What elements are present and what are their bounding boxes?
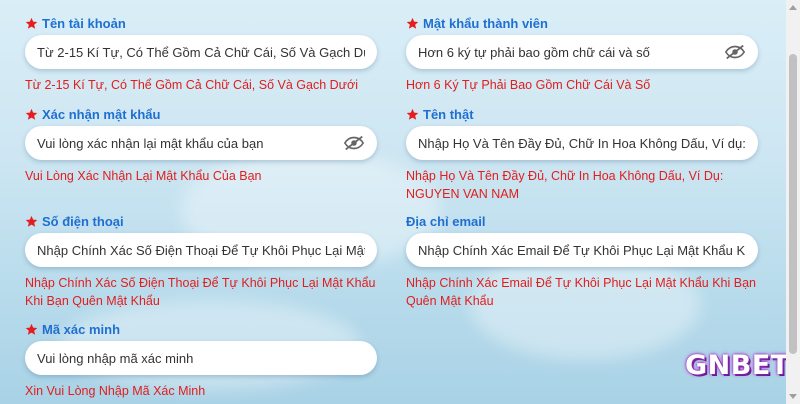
eye-slash-icon[interactable]	[724, 44, 746, 60]
phone-help-text: Nhập Chính Xác Số Điện Thoại Để Tự Khôi …	[25, 276, 376, 308]
scroll-down-arrow[interactable]	[789, 394, 797, 399]
password-input[interactable]	[418, 44, 718, 60]
password-label-text: Mật khẩu thành viên	[423, 15, 548, 31]
password-input-wrapper	[406, 35, 758, 69]
email-label: Địa chỉ email	[406, 212, 485, 230]
phone-label: Số điện thoại	[25, 212, 124, 230]
real-name-input[interactable]	[418, 135, 746, 151]
username-label: Tên tài khoản	[25, 14, 126, 32]
username-help-text: Từ 2-15 Kí Tự, Có Thể Gồm Cả Chữ Cái, Số…	[25, 78, 358, 92]
scrollbar-thumb[interactable]	[789, 54, 797, 354]
verification-code-help-text: Xin Vui Lòng Nhập Mã Xác Minh	[25, 384, 206, 398]
password-label: Mật khẩu thành viên	[406, 14, 548, 32]
star-icon	[25, 323, 38, 335]
real-name-label-text: Tên thật	[423, 106, 474, 122]
star-icon	[25, 215, 38, 227]
password-help-text: Hơn 6 Ký Tự Phải Bao Gồm Chữ Cái Và Số	[406, 78, 651, 92]
vertical-scrollbar[interactable]	[786, 0, 800, 404]
confirm-password-help-text: Vui Lòng Xác Nhận Lại Mật Khẩu Của Bạn	[25, 169, 262, 183]
eye-slash-icon[interactable]	[343, 135, 365, 151]
scroll-up-arrow[interactable]	[789, 5, 797, 10]
email-input-wrapper	[406, 233, 758, 267]
verification-code-input[interactable]	[37, 350, 365, 366]
email-input[interactable]	[418, 242, 746, 258]
email-help-text: Nhập Chính Xác Email Để Tự Khôi Phục Lại…	[406, 276, 756, 308]
gnbet-logo: GNBET	[685, 350, 790, 381]
star-icon	[25, 108, 38, 120]
username-label-text: Tên tài khoản	[42, 15, 126, 31]
confirm-password-input[interactable]	[37, 135, 337, 151]
star-icon	[406, 17, 419, 29]
username-input[interactable]	[37, 44, 365, 60]
verification-code-label-text: Mã xác minh	[42, 321, 121, 337]
real-name-input-wrapper	[406, 126, 758, 160]
star-icon	[25, 17, 38, 29]
confirm-password-label-text: Xác nhận mật khẩu	[42, 106, 161, 122]
phone-input-wrapper	[25, 233, 377, 267]
confirm-password-label: Xác nhận mật khẩu	[25, 105, 160, 123]
star-icon	[406, 108, 419, 120]
phone-label-text: Số điện thoại	[42, 213, 124, 229]
email-label-text: Địa chỉ email	[406, 213, 486, 229]
phone-input[interactable]	[37, 242, 365, 258]
real-name-help-text: Nhập Họ Và Tên Đầy Đủ, Chữ In Hoa Không …	[406, 169, 724, 201]
verification-code-label: Mã xác minh	[25, 320, 120, 338]
confirm-password-input-wrapper	[25, 126, 377, 160]
username-input-wrapper	[25, 35, 377, 69]
verification-code-input-wrapper	[25, 341, 377, 375]
real-name-label: Tên thật	[406, 105, 474, 123]
